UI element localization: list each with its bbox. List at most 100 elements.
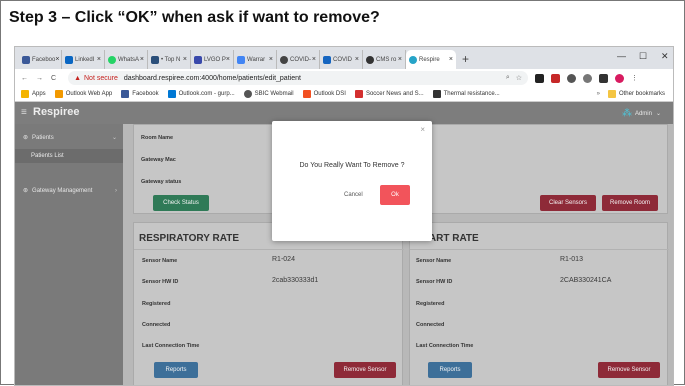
close-icon[interactable]: × (355, 56, 359, 63)
menu-icon[interactable]: ⋮ (631, 74, 638, 82)
remove-room-button[interactable]: Remove Room (602, 195, 658, 211)
tab-lvgo[interactable]: LVGO P × (191, 50, 234, 69)
check-status-button[interactable]: Check Status (153, 195, 209, 211)
bookmark-outlook-web-app[interactable]: Outlook Web App (54, 90, 112, 98)
forward-button[interactable]: → (36, 75, 43, 82)
bookmark-apps[interactable]: Apps (21, 90, 46, 98)
tab-linkedin[interactable]: LinkedI × (62, 50, 105, 69)
url-text: dashboard.respiree.com:4000/home/patient… (123, 74, 301, 82)
chevron-right-icon: › (115, 187, 117, 194)
close-icon[interactable]: × (97, 56, 101, 63)
sensor-name-value: R1-013 (560, 256, 583, 263)
divider (410, 249, 669, 250)
tab-covid-1[interactable]: COVID- × (277, 50, 320, 69)
tab-google[interactable]: Warrar × (234, 50, 277, 69)
more-bookmarks-button[interactable]: » (597, 91, 600, 97)
close-icon[interactable]: × (312, 56, 316, 63)
last-connection-label: Last Connection Time (416, 343, 474, 349)
sensor-hw-id-label: Sensor HW ID (142, 279, 179, 285)
hamburger-icon[interactable]: ≡ (21, 107, 27, 118)
sensor-name-label: Sensor Name (416, 258, 452, 264)
registered-label: Registered (416, 301, 445, 307)
tab-top-news[interactable]: • Top N × (148, 50, 191, 69)
respiree-icon (409, 55, 417, 64)
soccer-icon (354, 90, 363, 98)
sensor-hw-id-value: 2CAB330241CA (560, 277, 612, 284)
outlook-icon (54, 90, 63, 98)
microsoft-icon (302, 90, 311, 98)
infinity-icon (323, 55, 331, 64)
maximize-button[interactable]: ☐ (639, 51, 647, 62)
gateway-icon: ⊛ (23, 188, 29, 194)
respiratory-remove-sensor-button[interactable]: Remove Sensor (334, 362, 396, 378)
tab-strip: Faceboo × LinkedI × WhatsA × • Top N × LVGO … (15, 47, 673, 69)
sensor-hw-id-label: Sensor HW ID (416, 279, 453, 285)
reload-button[interactable]: C (51, 75, 56, 82)
extension-icon[interactable] (551, 73, 561, 83)
extension-icon[interactable] (535, 73, 545, 83)
bookmark-thermal-resistance[interactable]: Thermal resistance... (432, 90, 500, 98)
bookmark-outlook-com[interactable]: Outlook.com - gurp... (167, 90, 235, 98)
tab-whatsapp[interactable]: WhatsA × (105, 50, 148, 69)
sidebar: ⊛ Patients ⌄ Patients List ⊛ Gateway Man… (15, 124, 123, 385)
sidebar-item-patients[interactable]: ⊛ Patients ⌄ (23, 134, 117, 142)
admin-menu[interactable]: ⁂ Admin ⌄ (622, 108, 661, 119)
wikipedia-icon (432, 90, 441, 98)
cancel-button[interactable]: Cancel (344, 192, 363, 198)
bookmark-soccer-news[interactable]: Soccer News and S... (354, 90, 424, 98)
minimize-button[interactable]: — (617, 51, 626, 61)
close-icon[interactable]: × (420, 125, 425, 134)
other-bookmarks[interactable]: » Other bookmarks (597, 90, 665, 98)
extension-icon[interactable] (583, 73, 593, 83)
close-icon[interactable]: × (269, 56, 273, 63)
window-close-button[interactable]: ✕ (661, 51, 669, 62)
tab-cms[interactable]: CMS ro × (363, 50, 406, 69)
room-name-label: Room Name (141, 135, 174, 141)
tab-respiree[interactable]: Respire × (406, 50, 456, 69)
dialog-message: Do You Really Want To Remove ? (299, 162, 405, 169)
chevron-down-icon: ⌄ (111, 135, 117, 141)
new-tab-button[interactable]: + (462, 50, 469, 69)
folder-icon (607, 90, 616, 98)
bookmark-sbic-webmail[interactable]: SBIC Webmail (243, 90, 294, 98)
chevron-down-icon: ⌄ (655, 111, 661, 117)
heart-remove-sensor-button[interactable]: Remove Sensor (598, 362, 660, 378)
extension-icon[interactable] (567, 73, 577, 83)
registered-label: Registered (142, 301, 171, 307)
star-icon[interactable]: ☆ (516, 74, 522, 82)
gateway-status-label: Gateway status (141, 179, 182, 185)
facebook-icon (121, 90, 130, 98)
close-icon[interactable]: × (55, 56, 59, 63)
sensor-name-value: R1-024 (272, 256, 295, 263)
close-icon[interactable]: × (398, 56, 402, 63)
connected-label: Connected (416, 322, 445, 328)
sidebar-item-gateway[interactable]: ⊛ Gateway Management › (23, 187, 117, 195)
sensor-hw-id-value: 2cab330333d1 (272, 277, 319, 284)
bookmark-outlook-dsi[interactable]: Outlook DSI (302, 90, 346, 98)
not-secure-label[interactable]: Not secure (84, 75, 118, 82)
divider (134, 249, 404, 250)
address-bar-row: ← → C ▲ Not secure dashboard.respiree.co… (15, 69, 673, 87)
cms-icon (366, 55, 374, 64)
profile-avatar[interactable] (615, 73, 625, 83)
tab-facebook[interactable]: Faceboo × (19, 50, 62, 69)
back-button[interactable]: ← (21, 75, 28, 82)
close-icon[interactable]: × (140, 56, 144, 63)
close-icon[interactable]: × (226, 56, 230, 63)
clear-sensors-button[interactable]: Clear Sensors (540, 195, 596, 211)
tab-covid-2[interactable]: COVID × (320, 50, 363, 69)
sidebar-item-patients-list[interactable]: Patients List (15, 149, 123, 163)
ok-button[interactable]: Ok (380, 185, 410, 205)
url-field[interactable]: ▲ Not secure dashboard.respiree.com:4000… (68, 71, 529, 85)
respiratory-reports-button[interactable]: Reports (154, 362, 198, 378)
apps-grid-icon (21, 90, 29, 98)
connected-label: Connected (142, 322, 171, 328)
close-icon[interactable]: × (183, 56, 187, 63)
brand-logo: Respiree (33, 106, 80, 118)
extension-icon[interactable] (599, 73, 609, 83)
bookmark-facebook[interactable]: Facebook (121, 90, 159, 98)
zoom-icon[interactable]: ⌕ (506, 74, 510, 82)
google-icon (237, 55, 245, 64)
close-icon[interactable]: × (449, 56, 453, 63)
heart-reports-button[interactable]: Reports (428, 362, 472, 378)
